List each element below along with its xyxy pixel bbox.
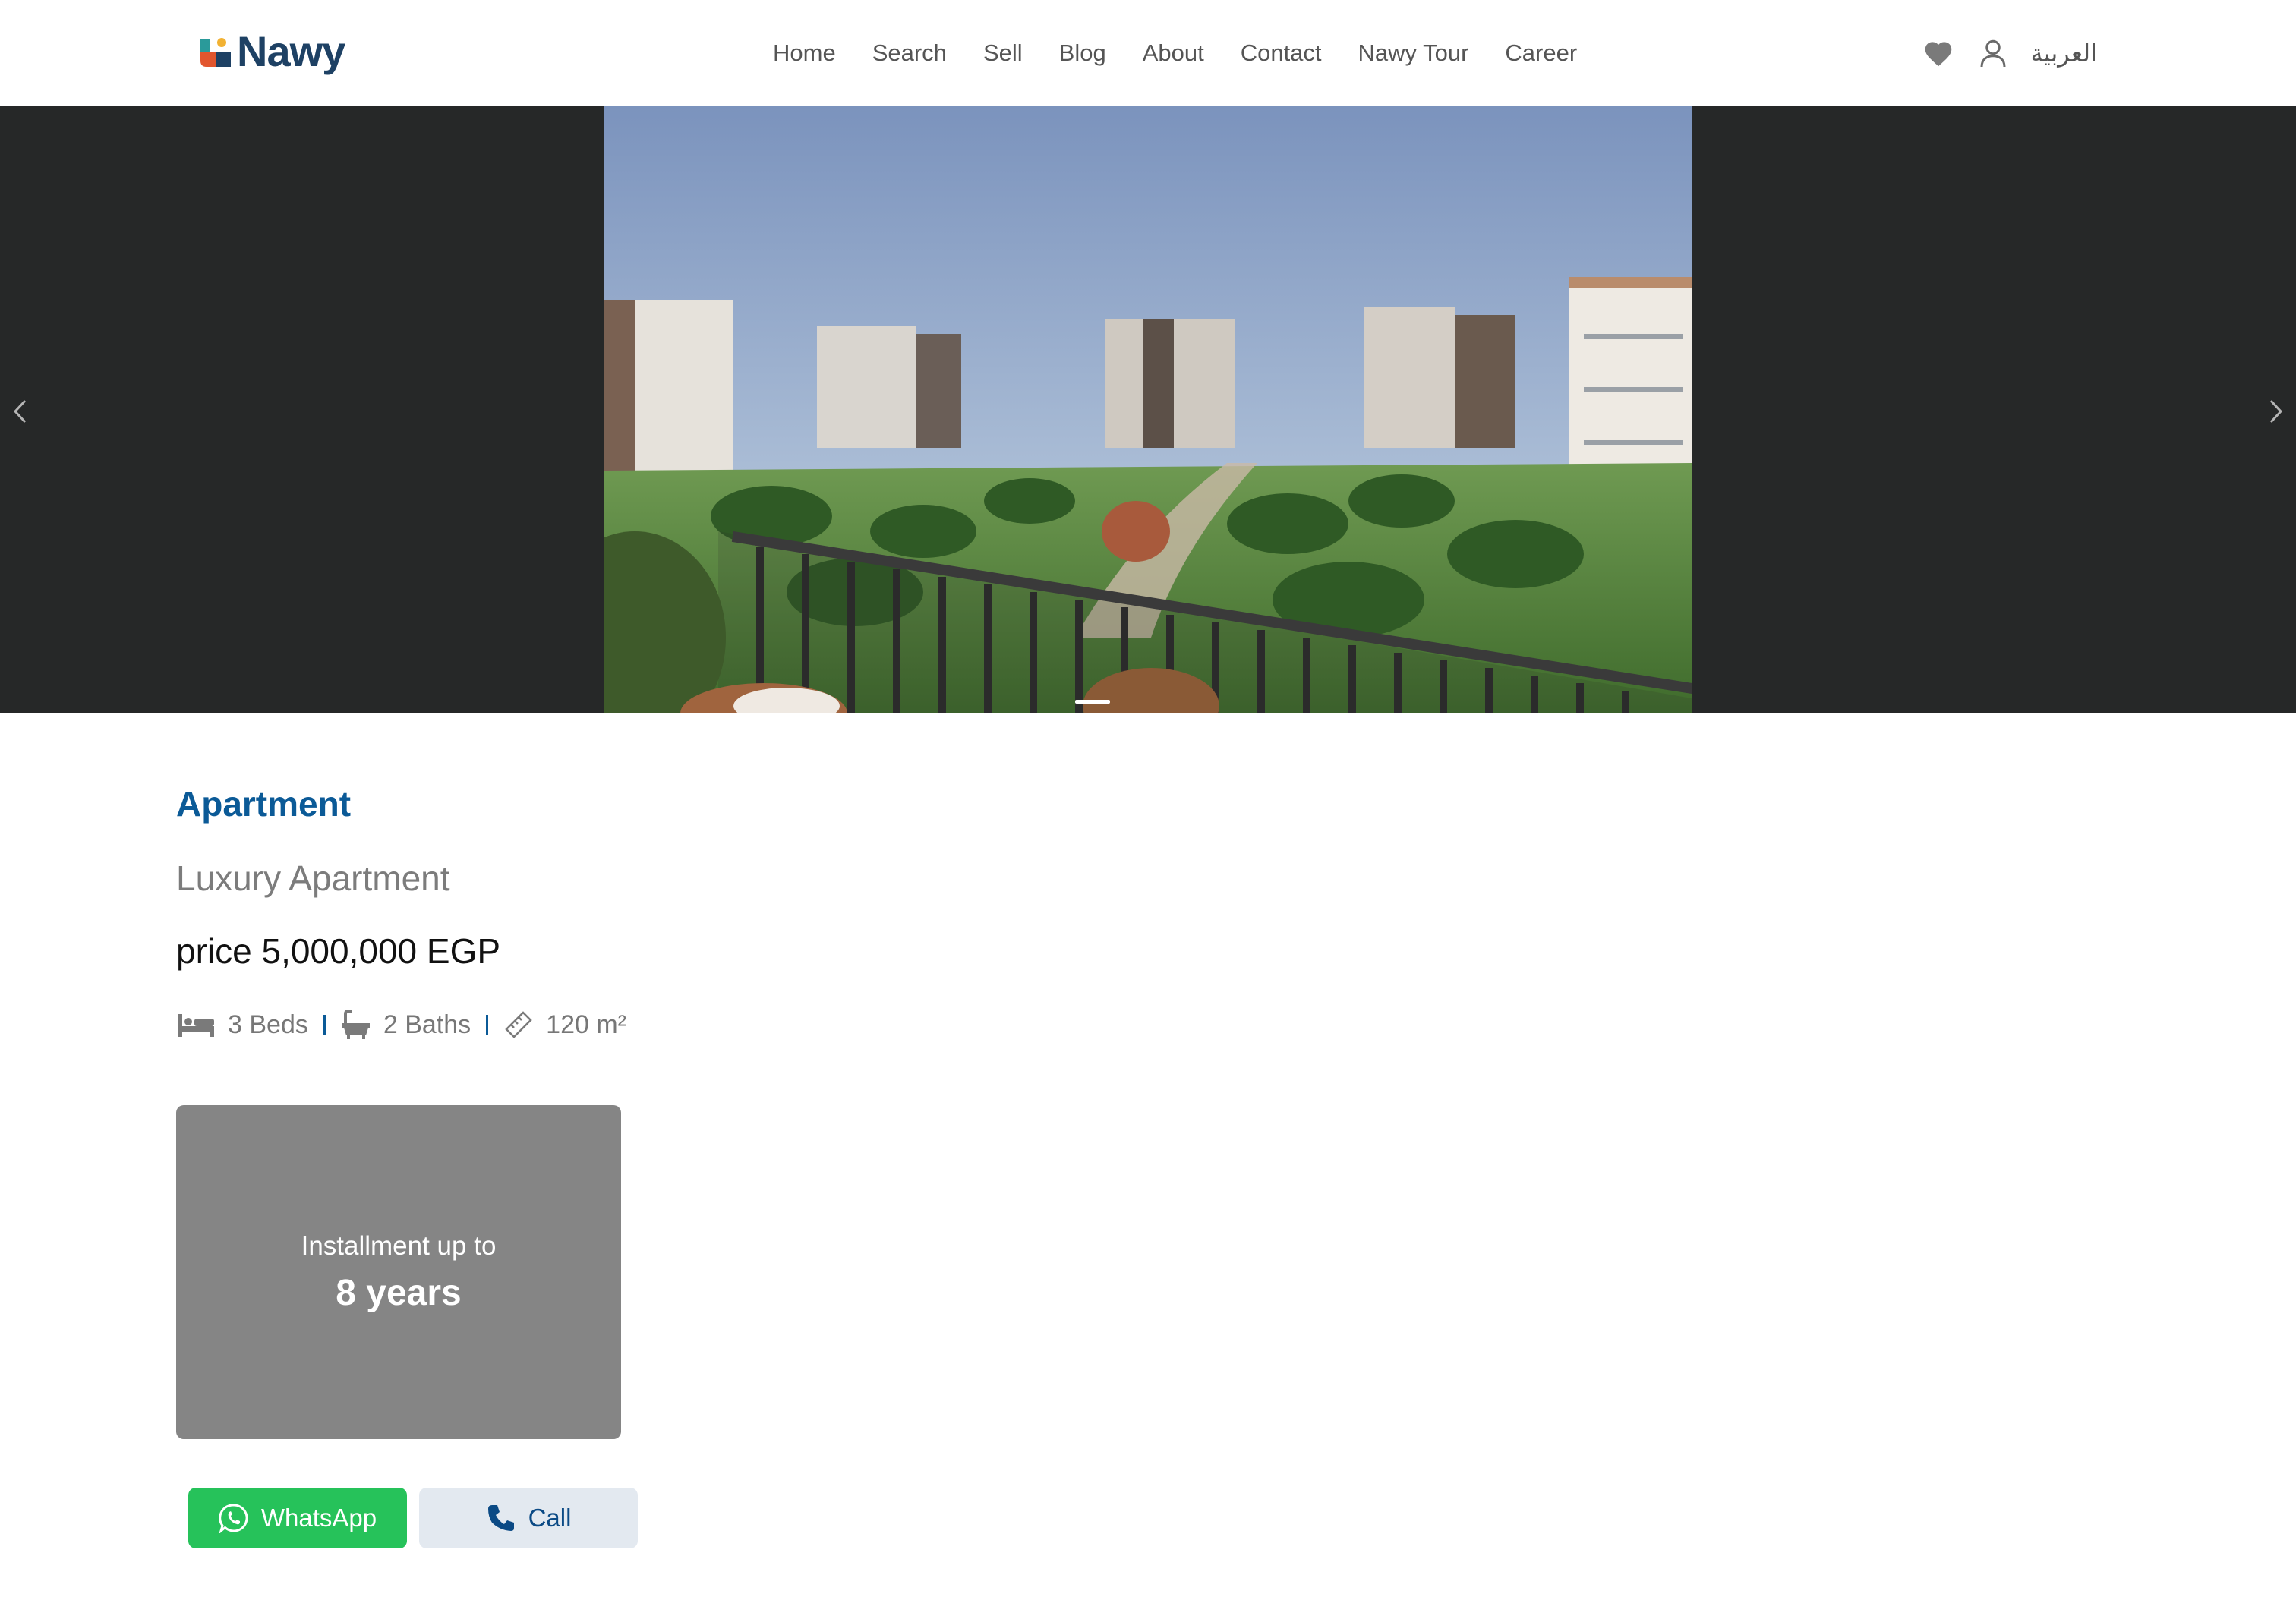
chevron-left-icon (13, 399, 27, 424)
property-type: Apartment (176, 784, 352, 824)
nav-career[interactable]: Career (1505, 39, 1577, 67)
call-label: Call (528, 1504, 572, 1532)
nawy-logo[interactable]: Nawy (199, 29, 345, 74)
feature-divider (323, 1015, 326, 1035)
carousel-dot-active[interactable] (1075, 700, 1110, 704)
ruler-icon (505, 1011, 532, 1038)
main-nav: Home Search Sell Blog About Contact Nawy… (773, 33, 1577, 73)
nav-blog[interactable]: Blog (1059, 39, 1106, 67)
whatsapp-icon (219, 1504, 248, 1533)
nawy-logo-mark-icon (200, 38, 231, 67)
whatsapp-label: WhatsApp (260, 1504, 377, 1532)
chevron-right-icon (2269, 399, 2283, 424)
feature-divider (486, 1015, 489, 1035)
nav-sell[interactable]: Sell (983, 39, 1023, 67)
nav-about[interactable]: About (1143, 39, 1204, 67)
language-switch[interactable]: العربية (2031, 39, 2097, 68)
property-features: 3 Beds 2 Baths 120 m² (176, 1003, 626, 1046)
whatsapp-button[interactable]: WhatsApp (188, 1488, 407, 1548)
nav-nawy-tour[interactable]: Nawy Tour (1358, 39, 1469, 67)
carousel-indicators (1075, 700, 1110, 704)
favorites-button[interactable] (1922, 36, 1955, 70)
user-icon (1980, 39, 2006, 68)
nav-home[interactable]: Home (773, 39, 836, 67)
property-price: price 5,000,000 EGP (176, 931, 501, 971)
baths-feature: 2 Baths (341, 1010, 471, 1040)
call-button[interactable]: Call (419, 1488, 638, 1548)
installment-label: Installment up to (301, 1231, 497, 1261)
installment-value: 8 years (336, 1273, 462, 1313)
baths-count: 2 Baths (383, 1010, 472, 1039)
bathtub-icon (342, 1010, 370, 1039)
property-photo[interactable] (604, 106, 1692, 713)
property-title: Luxury Apartment (176, 858, 450, 898)
area-feature: 120 m² (503, 1010, 626, 1040)
carousel-prev-button[interactable] (3, 395, 36, 428)
phone-icon (487, 1505, 514, 1531)
image-carousel (0, 106, 2296, 713)
bed-icon (178, 1014, 214, 1037)
beds-count: 3 Beds (228, 1010, 308, 1039)
nav-contact[interactable]: Contact (1241, 39, 1322, 67)
header-actions: العربية (1922, 33, 2097, 73)
account-button[interactable] (1976, 36, 2010, 70)
installment-card: Installment up to 8 years (176, 1105, 621, 1439)
carousel-next-button[interactable] (2260, 395, 2293, 428)
area-size: 120 m² (546, 1010, 626, 1039)
brand-name: Nawy (237, 27, 345, 75)
beds-feature: 3 Beds (176, 1010, 308, 1040)
site-header: Nawy Home Search Sell Blog About Contact… (0, 0, 2296, 106)
nav-search[interactable]: Search (872, 39, 947, 67)
heart-icon (1925, 42, 1951, 67)
